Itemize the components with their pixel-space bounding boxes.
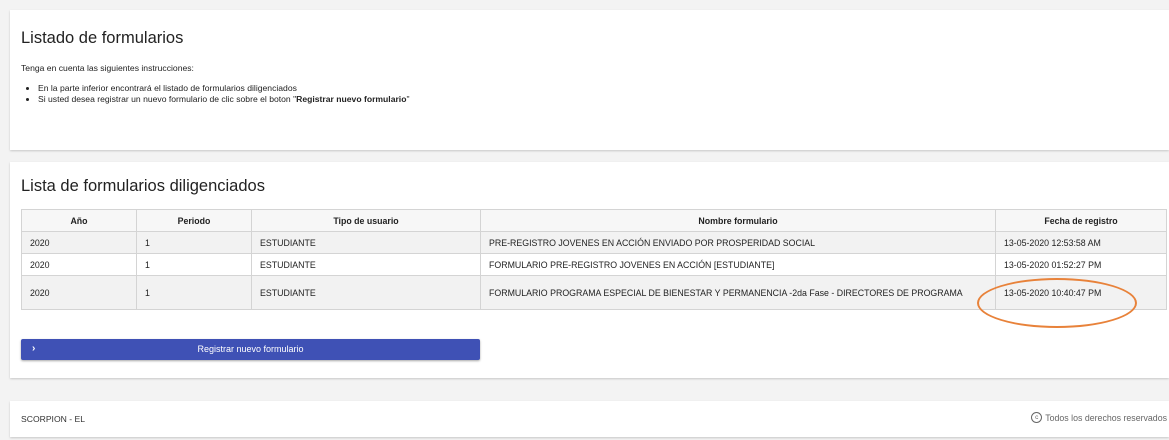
cell-periodo: 1 [136, 231, 252, 254]
table-row[interactable]: 2020 1 ESTUDIANTE FORMULARIO PROGRAMA ES… [21, 275, 1167, 310]
column-header-periodo[interactable]: Periodo [136, 209, 252, 232]
footer-brand: SCORPION - EL [21, 414, 85, 424]
instruction-item: En la parte inferior encontrará el lista… [38, 83, 410, 94]
instruction-text: En la parte inferior encontrará el lista… [38, 83, 297, 93]
cell-tipo-usuario: ESTUDIANTE [251, 275, 481, 310]
forms-table: Año Periodo Tipo de usuario Nombre formu… [21, 209, 1167, 310]
footer: SCORPION - EL c Todos los derechos reser… [10, 401, 1169, 437]
column-header-tipo-usuario[interactable]: Tipo de usuario [251, 209, 481, 232]
cell-fecha-registro: 13-05-2020 12:53:58 AM [995, 231, 1167, 254]
page-title: Listado de formularios [21, 29, 184, 47]
instruction-text-prefix: Si usted desea registrar un nuevo formul… [38, 93, 297, 104]
footer-copyright: c Todos los derechos reservados [1031, 412, 1167, 423]
copyright-icon: c [1031, 412, 1043, 423]
instruction-text-bold: Registrar nuevo formulario [296, 93, 407, 104]
cell-fecha-registro: 13-05-2020 01:52:27 PM [995, 253, 1167, 276]
column-header-fecha-registro[interactable]: Fecha de registro [995, 209, 1167, 232]
copyright-text: Todos los derechos reservados [1045, 412, 1167, 423]
cell-tipo-usuario: ESTUDIANTE [251, 231, 481, 254]
cell-anio: 2020 [21, 231, 137, 254]
instructions-list: En la parte inferior encontrará el lista… [21, 83, 410, 104]
cell-tipo-usuario: ESTUDIANTE [251, 253, 481, 276]
register-button-label: Registrar nuevo formulario [197, 344, 304, 354]
cell-nombre-formulario: PRE-REGISTRO JOVENES EN ACCIÓN ENVIADO P… [480, 231, 996, 254]
column-header-anio[interactable]: Año [21, 209, 137, 232]
cell-nombre-formulario: FORMULARIO PRE-REGISTRO JOVENES EN ACCIÓ… [480, 253, 996, 276]
cell-periodo: 1 [136, 253, 252, 276]
cell-fecha-registro: 13-05-2020 10:40:47 PM [995, 275, 1167, 310]
register-new-form-button[interactable]: › Registrar nuevo formulario [21, 339, 480, 360]
instructions-intro: Tenga en cuenta las siguientes instrucci… [21, 63, 194, 73]
cell-periodo: 1 [136, 275, 252, 310]
table-row[interactable]: 2020 1 ESTUDIANTE FORMULARIO PRE-REGISTR… [21, 253, 1167, 276]
section-title: Lista de formularios diligenciados [21, 177, 265, 195]
instruction-text-suffix: " [406, 93, 410, 104]
table-header-row: Año Periodo Tipo de usuario Nombre formu… [21, 209, 1167, 232]
cell-anio: 2020 [21, 253, 137, 276]
instruction-item: Si usted desea registrar un nuevo formul… [38, 94, 410, 105]
forms-list-card: Lista de formularios diligenciados Año P… [10, 162, 1169, 378]
table-row[interactable]: 2020 1 ESTUDIANTE PRE-REGISTRO JOVENES E… [21, 231, 1167, 254]
cell-anio: 2020 [21, 275, 137, 310]
cell-nombre-formulario: FORMULARIO PROGRAMA ESPECIAL DE BIENESTA… [480, 275, 996, 310]
instructions-card: Listado de formularios Tenga en cuenta l… [10, 10, 1169, 150]
column-header-nombre-formulario[interactable]: Nombre formulario [480, 209, 996, 232]
